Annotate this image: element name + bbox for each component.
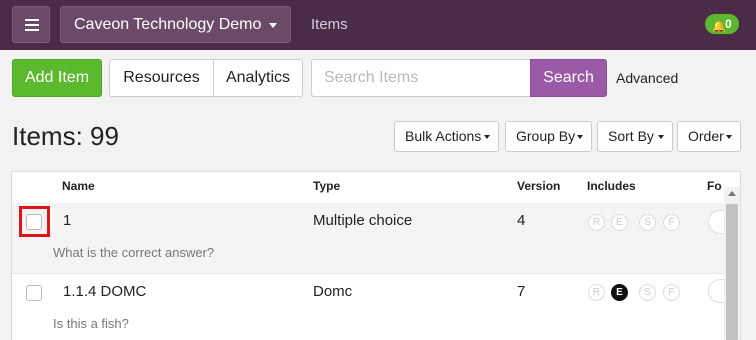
include-r-badge: R — [588, 284, 605, 301]
include-r-badge: R — [588, 214, 605, 231]
include-e-badge: E — [611, 214, 628, 231]
row-checkbox[interactable] — [26, 285, 42, 301]
analytics-button[interactable]: Analytics — [213, 59, 303, 97]
advanced-search-link[interactable]: Advanced — [616, 70, 678, 86]
bell-icon: 🔔 — [712, 21, 726, 33]
menu-icon-bar — [25, 24, 39, 26]
include-f-badge: F — [663, 284, 680, 301]
item-description: What is the correct answer? — [53, 245, 215, 260]
item-name[interactable]: 1 — [63, 212, 71, 229]
scroll-up-arrow-icon[interactable] — [728, 191, 736, 196]
item-type: Multiple choice — [313, 212, 413, 229]
breadcrumb[interactable]: Items — [311, 16, 348, 33]
resources-button[interactable]: Resources — [109, 59, 214, 97]
table-row[interactable]: 1 Multiple choice 4 R E S F What is the … — [12, 203, 738, 273]
include-e-badge: E — [611, 284, 628, 301]
scrollbar-thumb[interactable] — [726, 204, 738, 340]
search-input[interactable] — [311, 59, 531, 97]
include-f-badge: F — [663, 214, 680, 231]
menu-icon-bar — [25, 29, 39, 31]
item-type: Domc — [313, 283, 353, 300]
column-header-version[interactable]: Version — [517, 179, 560, 193]
order-dropdown[interactable]: Order — [677, 121, 741, 152]
top-navbar: Caveon Technology Demo Items 🔔 0 — [0, 0, 756, 50]
bulk-actions-label: Bulk Actions — [405, 128, 482, 144]
caret-down-icon — [658, 135, 664, 139]
column-header-includes[interactable]: Includes — [587, 179, 636, 193]
include-s-badge: S — [639, 284, 656, 301]
search-button[interactable]: Search — [530, 59, 607, 97]
caret-down-icon — [484, 135, 490, 139]
item-version: 7 — [517, 283, 526, 300]
page-title: Items: 99 — [12, 121, 119, 151]
hamburger-menu-button[interactable] — [12, 6, 50, 43]
table-row[interactable]: 1.1.4 DOMC Domc 7 R E S F Is this a fish… — [12, 273, 738, 340]
organization-dropdown[interactable]: Caveon Technology Demo — [60, 6, 291, 43]
organization-name: Caveon Technology Demo — [74, 16, 262, 33]
group-by-label: Group By — [516, 128, 576, 144]
include-s-badge: S — [639, 214, 656, 231]
sort-by-label: Sort By — [608, 128, 654, 144]
items-table: Name Type Version Includes Fo 1 Multiple… — [11, 171, 741, 340]
sort-by-dropdown[interactable]: Sort By — [597, 121, 673, 152]
item-description: Is this a fish? — [53, 316, 129, 331]
order-label: Order — [688, 128, 724, 144]
group-by-dropdown[interactable]: Group By — [505, 121, 592, 152]
column-header-type[interactable]: Type — [313, 179, 340, 193]
row-checkbox[interactable] — [26, 214, 42, 230]
add-item-button[interactable]: Add Item — [12, 59, 102, 97]
notification-count: 0 — [725, 17, 732, 31]
column-header-fo[interactable]: Fo — [707, 179, 722, 193]
caret-down-icon — [577, 135, 583, 139]
menu-icon — [25, 19, 39, 21]
bulk-actions-dropdown[interactable]: Bulk Actions — [394, 121, 499, 152]
notifications-badge[interactable]: 🔔 0 — [705, 14, 739, 34]
caret-down-icon — [269, 23, 277, 28]
item-version: 4 — [517, 212, 526, 229]
column-header-name[interactable]: Name — [62, 179, 95, 193]
item-name[interactable]: 1.1.4 DOMC — [63, 283, 146, 300]
caret-down-icon — [726, 135, 732, 139]
